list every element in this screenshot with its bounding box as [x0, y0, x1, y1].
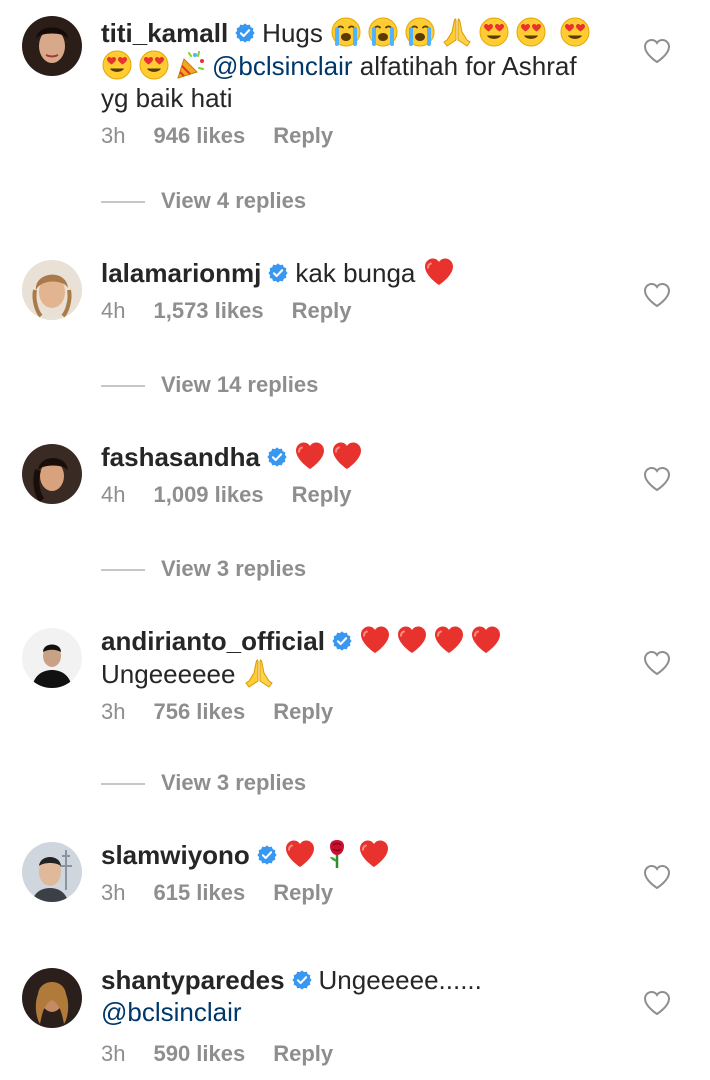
view-replies-label: View 4 replies	[161, 188, 307, 213]
username-link[interactable]: andirianto_official	[101, 626, 325, 656]
heart-outline-icon[interactable]	[643, 38, 671, 64]
red-heart-icon	[396, 624, 430, 656]
timestamp: 3h	[101, 880, 126, 905]
view-replies-label: View 14 replies	[161, 372, 319, 397]
heart-outline-icon[interactable]	[643, 466, 671, 492]
comment-word: Hugs	[262, 18, 323, 48]
timestamp: 4h	[101, 298, 126, 323]
red-heart-icon	[470, 624, 504, 656]
folded-hands-icon	[441, 16, 475, 48]
username-link[interactable]: titi_kamall	[101, 18, 228, 48]
reply-button[interactable]: Reply	[273, 122, 333, 150]
view-replies-button[interactable]: View 3 replies	[101, 554, 306, 584]
red-heart-icon	[433, 624, 467, 656]
timestamp: 3h	[101, 123, 126, 148]
verified-badge-icon	[291, 969, 313, 991]
likes-count[interactable]: 1,009 likes	[153, 481, 263, 509]
view-replies-button[interactable]: View 4 replies	[101, 186, 306, 216]
loudly-crying-face-icon	[367, 16, 401, 48]
mention-link[interactable]: @bclsinclair	[101, 997, 242, 1027]
comment-meta: 3h 615 likes Reply	[101, 879, 611, 907]
reply-button[interactable]: Reply	[273, 1040, 333, 1068]
party-popper-icon	[175, 49, 209, 81]
view-replies-button[interactable]: View 14 replies	[101, 370, 318, 400]
heart-outline-icon[interactable]	[643, 650, 671, 676]
timestamp: 3h	[101, 1041, 126, 1066]
comment-meta: 3h 590 likes Reply	[101, 1040, 611, 1068]
timestamp: 3h	[101, 699, 126, 724]
folded-hands-icon	[243, 657, 277, 689]
comment-meta: 4h 1,573 likes Reply	[101, 297, 611, 325]
comment-text: titi_kamall Hugs @bclsinclair alfatihah f…	[101, 16, 611, 114]
avatar[interactable]	[22, 842, 82, 902]
heart-eyes-face-icon	[478, 16, 512, 48]
divider-line	[101, 385, 145, 388]
avatar[interactable]	[22, 628, 82, 688]
comment-word: Ungeeeee......	[318, 965, 482, 995]
likes-count[interactable]: 615 likes	[153, 879, 245, 907]
username-link[interactable]: lalamarionmj	[101, 258, 261, 288]
comment-text: shantyparedes Ungeeeee...... @bclsinclair	[101, 964, 611, 1028]
heart-eyes-face-icon	[515, 16, 549, 48]
comment-meta: 3h 756 likes Reply	[101, 698, 611, 726]
loudly-crying-face-icon	[330, 16, 364, 48]
heart-eyes-face-icon	[101, 49, 135, 81]
avatar[interactable]	[22, 260, 82, 320]
likes-count[interactable]: 590 likes	[153, 1040, 245, 1068]
red-heart-icon	[358, 838, 392, 870]
comment-text: andirianto_official Ungeeeeee	[101, 624, 611, 690]
divider-line	[101, 201, 145, 204]
likes-count[interactable]: 1,573 likes	[153, 297, 263, 325]
divider-line	[101, 783, 145, 786]
heart-outline-icon[interactable]	[643, 282, 671, 308]
reply-button[interactable]: Reply	[292, 297, 352, 325]
rose-icon	[321, 838, 355, 870]
view-replies-label: View 3 replies	[161, 556, 307, 581]
heart-outline-icon[interactable]	[643, 864, 671, 890]
reply-button[interactable]: Reply	[273, 698, 333, 726]
heart-eyes-face-icon	[559, 16, 593, 48]
comment-text: fashasandha	[101, 440, 611, 473]
comment-text: slamwiyono	[101, 838, 611, 871]
mention-link[interactable]: @bclsinclair	[212, 51, 353, 81]
heart-outline-icon[interactable]	[643, 990, 671, 1016]
view-replies-label: View 3 replies	[161, 770, 307, 795]
red-heart-icon	[294, 440, 328, 472]
username-link[interactable]: slamwiyono	[101, 840, 250, 870]
comments-feed: titi_kamall Hugs @bclsinclair alfatihah f…	[0, 0, 710, 1080]
likes-count[interactable]: 756 likes	[153, 698, 245, 726]
comment-word: Ungeeeeee	[101, 659, 236, 689]
loudly-crying-face-icon	[404, 16, 438, 48]
avatar[interactable]	[22, 444, 82, 504]
comment-word: kak bunga	[295, 258, 416, 288]
username-link[interactable]: shantyparedes	[101, 965, 285, 995]
avatar[interactable]	[22, 16, 82, 76]
avatar[interactable]	[22, 968, 82, 1028]
verified-badge-icon	[234, 22, 256, 44]
heart-eyes-face-icon	[138, 49, 172, 81]
verified-badge-icon	[266, 446, 288, 468]
comment-text: lalamarionmj kak bunga	[101, 256, 611, 289]
divider-line	[101, 569, 145, 572]
red-heart-icon	[423, 256, 457, 288]
timestamp: 4h	[101, 482, 126, 507]
reply-button[interactable]: Reply	[292, 481, 352, 509]
verified-badge-icon	[267, 262, 289, 284]
red-heart-icon	[359, 624, 393, 656]
username-link[interactable]: fashasandha	[101, 442, 260, 472]
likes-count[interactable]: 946 likes	[153, 122, 245, 150]
red-heart-icon	[331, 440, 365, 472]
reply-button[interactable]: Reply	[273, 879, 333, 907]
comment-meta: 3h 946 likes Reply	[101, 122, 611, 150]
verified-badge-icon	[331, 630, 353, 652]
verified-badge-icon	[256, 844, 278, 866]
comment-meta: 4h 1,009 likes Reply	[101, 481, 611, 509]
view-replies-button[interactable]: View 3 replies	[101, 768, 306, 798]
red-heart-icon	[284, 838, 318, 870]
